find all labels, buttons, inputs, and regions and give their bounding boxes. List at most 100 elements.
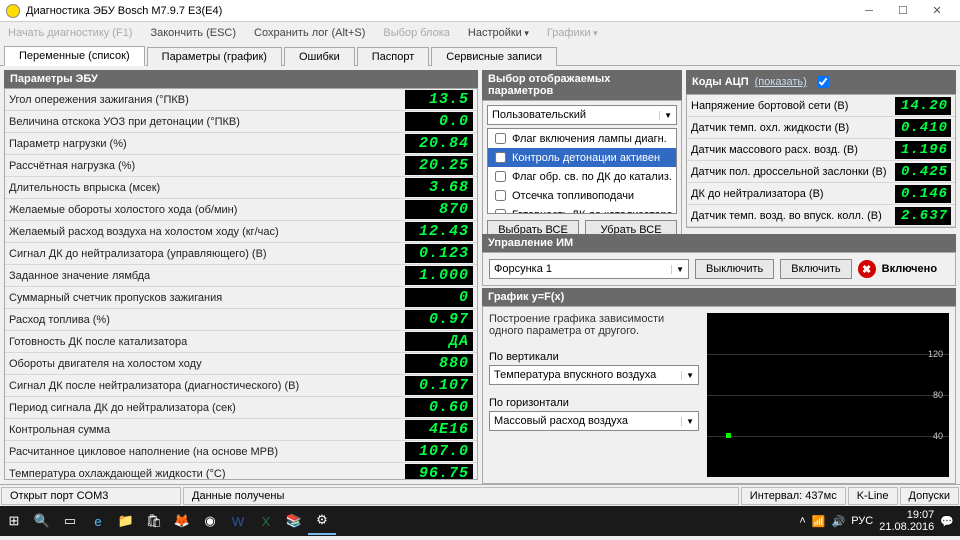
- winrar-icon[interactable]: 📚: [280, 507, 308, 535]
- adc-row[interactable]: Напряжение бортовой сети (В)14.20: [687, 95, 955, 117]
- checklist-checkbox[interactable]: [495, 171, 506, 182]
- param-label: Заданное значение лямбда: [9, 270, 405, 282]
- param-row[interactable]: Рассчётная нагрузка (%)20.25: [5, 155, 477, 177]
- param-row[interactable]: Желаемые обороты холостого хода (об/мин)…: [5, 199, 477, 221]
- tray-chevron-icon[interactable]: ˄: [799, 515, 805, 527]
- param-row[interactable]: Готовность ДК после катализатораДА: [5, 331, 477, 353]
- edge-icon[interactable]: e: [84, 507, 112, 535]
- status-tolerance: Допуски: [900, 487, 959, 505]
- param-label: Угол опережения зажигания (°ПКВ): [9, 94, 405, 106]
- tray-notifications-icon[interactable]: 💬: [940, 515, 954, 528]
- param-value: 13.5: [405, 90, 473, 109]
- adc-label: Напряжение бортовой сети (В): [691, 100, 895, 112]
- checklist-checkbox[interactable]: [495, 190, 506, 201]
- checklist-item[interactable]: Флаг обр. св. по ДК до катализ.: [488, 167, 676, 186]
- param-label: Желаемый расход воздуха на холостом ходу…: [9, 226, 405, 238]
- param-label: Температура охлаждающей жидкости (°С): [9, 468, 405, 480]
- param-row[interactable]: Расчитанное цикловое наполнение (на осно…: [5, 441, 477, 463]
- adc-row[interactable]: Датчик пол. дроссельной заслонки (В)0.42…: [687, 161, 955, 183]
- selector-checklist[interactable]: Флаг включения лампы диагн.Контроль дето…: [487, 128, 677, 214]
- selector-header: Выбор отображаемых параметров: [482, 70, 682, 100]
- param-row[interactable]: Суммарный счетчик пропусков зажигания0: [5, 287, 477, 309]
- adc-row[interactable]: Датчик темп. охл. жидкости (В)0.410: [687, 117, 955, 139]
- excel-icon[interactable]: X: [252, 507, 280, 535]
- app-icon: [6, 4, 20, 18]
- status-state: Данные получены: [183, 487, 739, 505]
- adc-show-link[interactable]: (показать): [755, 76, 807, 88]
- param-row[interactable]: Контрольная сумма4E16: [5, 419, 477, 441]
- maximize-button[interactable]: ☐: [886, 1, 920, 21]
- param-row[interactable]: Угол опережения зажигания (°ПКВ)13.5: [5, 89, 477, 111]
- param-row[interactable]: Желаемый расход воздуха на холостом ходу…: [5, 221, 477, 243]
- adc-row[interactable]: Датчик массового расх. возд. (В)1.196: [687, 139, 955, 161]
- graph-x-combo[interactable]: Массовый расход воздуха: [489, 411, 699, 431]
- ctrl-on-button[interactable]: Включить: [780, 259, 851, 279]
- tray-clock[interactable]: 19:07 21.08.2016: [879, 509, 934, 533]
- firefox-icon[interactable]: 🦊: [168, 507, 196, 535]
- menu-save[interactable]: Сохранить лог (Alt+S): [254, 27, 365, 39]
- store-icon[interactable]: 🛍: [140, 507, 168, 535]
- ctrl-combo[interactable]: Форсунка 1: [489, 259, 689, 279]
- chrome-icon[interactable]: ◉: [196, 507, 224, 535]
- tab-errors[interactable]: Ошибки: [284, 47, 355, 66]
- param-row[interactable]: Величина отскока УОЗ при детонации (°ПКВ…: [5, 111, 477, 133]
- app-taskbar-icon[interactable]: ⚙: [308, 507, 336, 535]
- param-row[interactable]: Длительность впрыска (мсек)3.68: [5, 177, 477, 199]
- menu-settings[interactable]: Настройки: [468, 27, 529, 39]
- status-interval: Интервал: 437мс: [741, 487, 846, 505]
- checklist-checkbox[interactable]: [495, 152, 506, 163]
- checklist-item[interactable]: Флаг включения лампы диагн.: [488, 129, 676, 148]
- menu-graphs: Графики: [547, 27, 598, 39]
- checklist-checkbox[interactable]: [495, 133, 506, 144]
- param-label: Параметр нагрузки (%): [9, 138, 405, 150]
- selector-combo[interactable]: Пользовательский: [487, 105, 677, 125]
- param-row[interactable]: Параметр нагрузки (%)20.84: [5, 133, 477, 155]
- param-label: Готовность ДК после катализатора: [9, 336, 405, 348]
- param-row[interactable]: Расход топлива (%)0.97: [5, 309, 477, 331]
- word-icon[interactable]: W: [224, 507, 252, 535]
- start-icon[interactable]: ⊞: [0, 507, 28, 535]
- param-row[interactable]: Заданное значение лямбда1.000: [5, 265, 477, 287]
- adc-row[interactable]: ДК до нейтрализатора (В)0.146: [687, 183, 955, 205]
- adc-label: Датчик массового расх. возд. (В): [691, 144, 895, 156]
- tab-service[interactable]: Сервисные записи: [431, 47, 557, 66]
- checklist-checkbox[interactable]: [495, 209, 506, 214]
- param-row[interactable]: Температура охлаждающей жидкости (°С)96.…: [5, 463, 477, 480]
- param-row[interactable]: Период сигнала ДК до нейтрализатора (сек…: [5, 397, 477, 419]
- tray-volume-icon[interactable]: 🔊: [832, 515, 846, 528]
- checklist-item[interactable]: Контроль детонации активен: [488, 148, 676, 167]
- minimize-button[interactable]: ─: [852, 1, 886, 21]
- search-icon[interactable]: 🔍: [28, 507, 56, 535]
- tab-passport[interactable]: Паспорт: [357, 47, 430, 66]
- tab-variables[interactable]: Переменные (список): [4, 46, 145, 66]
- param-label: Желаемые обороты холостого хода (об/мин): [9, 204, 405, 216]
- adc-show-checkbox[interactable]: [817, 76, 829, 88]
- ctrl-header: Управление ИМ: [482, 234, 956, 252]
- ctrl-off-button[interactable]: Выключить: [695, 259, 774, 279]
- adc-value: 0.146: [895, 185, 951, 203]
- adc-row[interactable]: Датчик темп. возд. во впуск. колл. (В)2.…: [687, 205, 955, 227]
- graph-header: График y=F(x): [482, 288, 956, 306]
- taskview-icon[interactable]: ▭: [56, 507, 84, 535]
- param-label: Расчитанное цикловое наполнение (на осно…: [9, 446, 405, 458]
- ctrl-stop-icon[interactable]: ✖: [858, 260, 876, 278]
- graph-plot[interactable]: 120 80 40: [707, 313, 949, 477]
- param-value: 4E16: [405, 420, 473, 439]
- adc-header: Коды АЦП (показать): [686, 70, 956, 94]
- menu-stop[interactable]: Закончить (ESC): [150, 27, 236, 39]
- tray-lang[interactable]: РУС: [851, 515, 873, 527]
- checklist-item[interactable]: Готовность ДК до катализатора: [488, 205, 676, 214]
- taskbar[interactable]: ⊞ 🔍 ▭ e 📁 🛍 🦊 ◉ W X 📚 ⚙ ˄ 📶 🔊 РУС 19:07 …: [0, 506, 960, 536]
- close-button[interactable]: ✕: [920, 1, 954, 21]
- param-value: 0.97: [405, 310, 473, 329]
- graph-y-combo[interactable]: Температура впускного воздуха: [489, 365, 699, 385]
- param-row[interactable]: Сигнал ДК после нейтрализатора (диагност…: [5, 375, 477, 397]
- checklist-item[interactable]: Отсечка топливоподачи: [488, 186, 676, 205]
- explorer-icon[interactable]: 📁: [112, 507, 140, 535]
- tray-network-icon[interactable]: 📶: [812, 515, 826, 528]
- param-row[interactable]: Сигнал ДК до нейтрализатора (управляющег…: [5, 243, 477, 265]
- param-row[interactable]: Обороты двигателя на холостом ходу880: [5, 353, 477, 375]
- tab-params-graph[interactable]: Параметры (график): [147, 47, 282, 66]
- param-value: 880: [405, 354, 473, 373]
- adc-value: 14.20: [895, 97, 951, 115]
